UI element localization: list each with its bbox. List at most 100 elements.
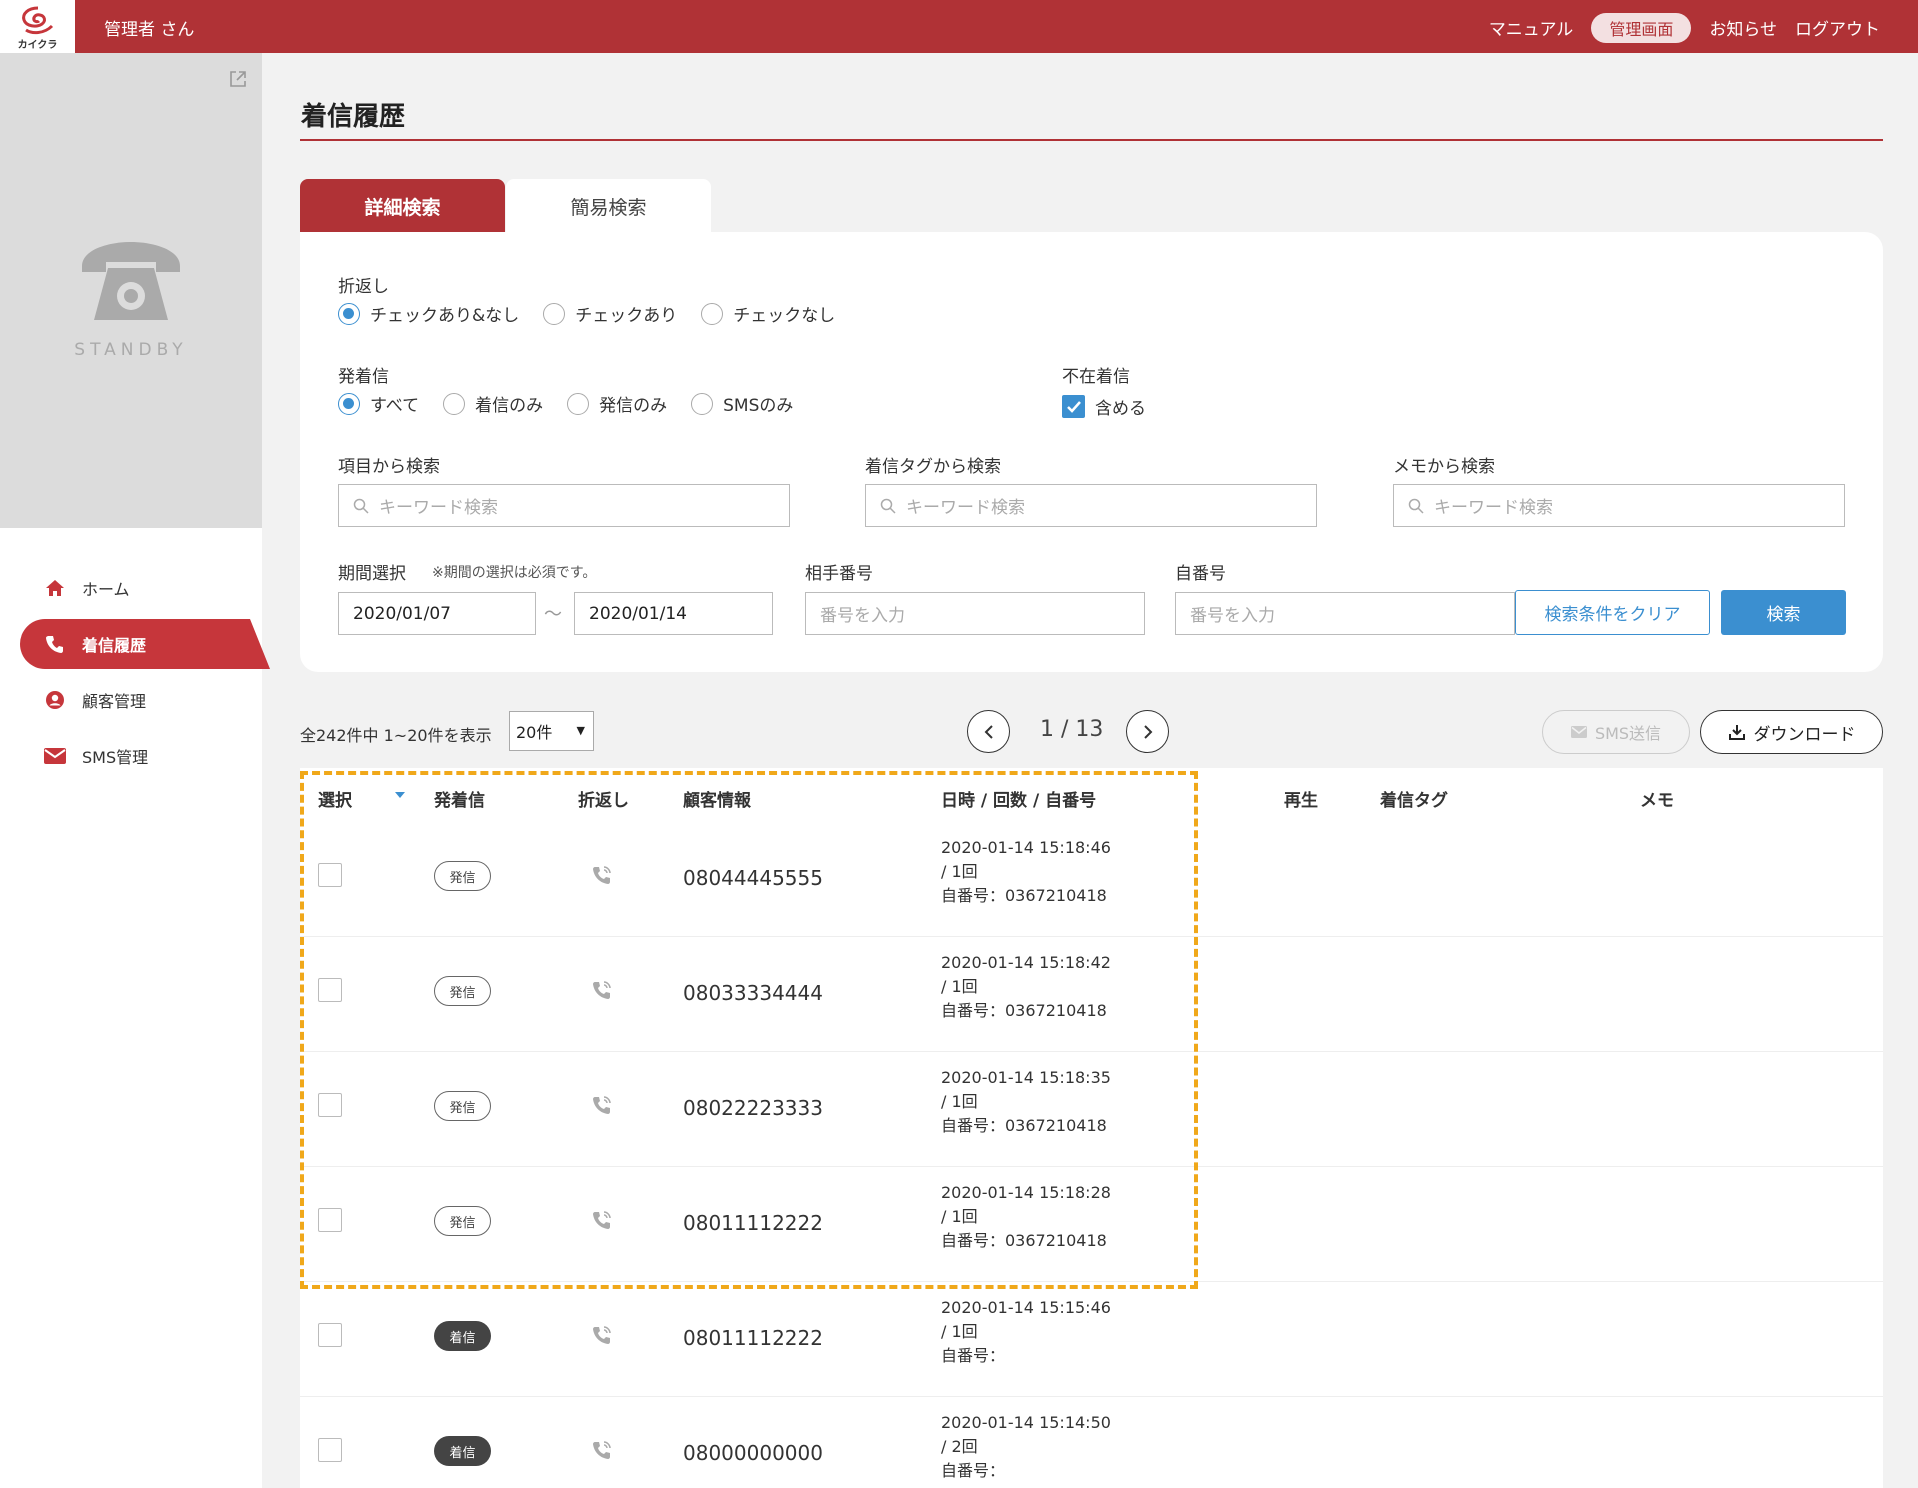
tag-search-input[interactable]: キーワード検索	[865, 484, 1317, 527]
callback-option-all[interactable]: チェックあり&なし	[338, 301, 519, 326]
option-label: チェックあり	[575, 306, 678, 326]
search-icon	[353, 498, 369, 514]
table-row[interactable]: 発信 08022223333 2020-01-14 15:18:35 / 1回 …	[300, 1052, 1883, 1167]
logo[interactable]: カイクラ	[0, 0, 75, 53]
missed-call-checkbox-row[interactable]: 含める	[1062, 394, 1146, 419]
own-number: 自番号：	[941, 1346, 1006, 1365]
row-checkbox[interactable]	[318, 1438, 342, 1462]
direction-option-outgoing[interactable]: 発信のみ	[567, 391, 667, 416]
news-link[interactable]: お知らせ	[1709, 12, 1777, 43]
tag-search-label: 着信タグから検索	[865, 457, 1001, 477]
next-page-button[interactable]	[1126, 710, 1169, 753]
table-row[interactable]: 発信 08011112222 2020-01-14 15:18:28 / 1回 …	[300, 1167, 1883, 1282]
radio-button[interactable]	[567, 392, 590, 415]
item-search-label: 項目から検索	[338, 457, 440, 477]
side-nav: ホーム 着信履歴 顧客管理 SMS管理	[0, 563, 270, 787]
standby-phone-icon	[82, 242, 180, 320]
missed-call-checkbox[interactable]	[1062, 395, 1085, 418]
clear-conditions-button[interactable]: 検索条件をクリア	[1515, 590, 1710, 635]
header-customer: 顧客情報	[683, 791, 751, 811]
customer-number[interactable]: 08044445555	[683, 866, 823, 890]
direction-option-all[interactable]: すべて	[338, 391, 419, 416]
call-count: / 1回	[941, 1207, 978, 1226]
home-icon	[44, 577, 66, 599]
table-row[interactable]: 着信 08000000000 2020-01-14 15:14:50 / 2回 …	[300, 1397, 1883, 1488]
sidebar-item-call-history[interactable]: 着信履歴	[20, 619, 270, 669]
table-row[interactable]: 発信 08033334444 2020-01-14 15:18:42 / 1回 …	[300, 937, 1883, 1052]
radio-button[interactable]	[443, 392, 466, 415]
own-number: 自番号：0367210418	[941, 1116, 1107, 1135]
customer-number[interactable]: 08033334444	[683, 981, 823, 1005]
header-nav: マニュアル 管理画面 お知らせ ログアウト	[1489, 12, 1880, 43]
callback-option-checked[interactable]: チェックあり	[543, 301, 677, 326]
tab-simple-search[interactable]: 簡易検索	[506, 179, 711, 233]
row-checkbox[interactable]	[318, 1323, 342, 1347]
username: 管理者 さん	[104, 20, 195, 40]
callback-phone-icon[interactable]	[590, 1439, 614, 1463]
sort-down-icon[interactable]	[395, 792, 405, 798]
customer-number[interactable]: 08011112222	[683, 1211, 823, 1235]
header-tag: 着信タグ	[1380, 791, 1448, 811]
direction-option-sms[interactable]: SMSのみ	[691, 391, 793, 416]
mail-icon	[1570, 726, 1587, 738]
callback-phone-icon[interactable]	[590, 979, 614, 1003]
sidebar-item-home[interactable]: ホーム	[0, 563, 262, 613]
per-page-select[interactable]: 20件 ▼	[509, 711, 594, 751]
radio-button[interactable]	[338, 392, 360, 415]
callback-option-unchecked[interactable]: チェックなし	[701, 301, 835, 326]
own-number-input[interactable]: 番号を入力	[1175, 592, 1515, 635]
customer-number[interactable]: 08000000000	[683, 1441, 823, 1465]
radio-button[interactable]	[701, 302, 724, 325]
row-checkbox[interactable]	[318, 1208, 342, 1232]
phone-icon	[44, 633, 66, 655]
own-number: 自番号：	[941, 1461, 1006, 1480]
mail-icon	[44, 745, 66, 767]
item-search-input[interactable]: キーワード検索	[338, 484, 790, 527]
customer-number[interactable]: 08011112222	[683, 1326, 823, 1350]
header-direction[interactable]: 発着信	[434, 786, 485, 811]
chevron-right-icon	[1143, 724, 1152, 739]
direction-badge: 発信	[434, 976, 491, 1006]
radio-button[interactable]	[691, 392, 714, 415]
memo-search-input[interactable]: キーワード検索	[1393, 484, 1845, 527]
call-count: / 1回	[941, 977, 978, 996]
search-icon	[880, 498, 896, 514]
row-checkbox[interactable]	[318, 978, 342, 1002]
sms-send-button[interactable]: SMS送信	[1542, 710, 1690, 754]
admin-link[interactable]: 管理画面	[1591, 12, 1692, 43]
radio-button[interactable]	[338, 302, 360, 325]
manual-link[interactable]: マニュアル	[1489, 12, 1574, 43]
search-button[interactable]: 検索	[1721, 590, 1846, 635]
callback-phone-icon[interactable]	[590, 864, 614, 888]
callback-phone-icon[interactable]	[590, 1324, 614, 1348]
direction-badge: 着信	[434, 1321, 491, 1351]
option-label: 着信のみ	[475, 396, 544, 416]
callback-phone-icon[interactable]	[590, 1209, 614, 1233]
tab-detail-search[interactable]: 詳細検索	[300, 179, 505, 233]
direction-option-incoming[interactable]: 着信のみ	[443, 391, 543, 416]
callback-phone-icon[interactable]	[590, 1094, 614, 1118]
title-divider	[300, 139, 1883, 141]
sidebar-item-customers[interactable]: 顧客管理	[0, 675, 262, 725]
table-row[interactable]: 発信 08044445555 2020-01-14 15:18:46 / 1回 …	[300, 822, 1883, 937]
missed-call-checkbox-label: 含める	[1095, 399, 1146, 419]
sidebar-item-sms[interactable]: SMS管理	[0, 731, 262, 781]
prev-page-button[interactable]	[967, 710, 1010, 753]
page-title: 着信履歴	[301, 102, 406, 132]
partner-number-input[interactable]: 番号を入力	[805, 592, 1145, 635]
partner-number-placeholder: 番号を入力	[820, 606, 905, 626]
row-checkbox[interactable]	[318, 1093, 342, 1117]
radio-button[interactable]	[543, 302, 566, 325]
direction-label: 発着信	[338, 367, 389, 387]
download-button[interactable]: ダウンロード	[1700, 710, 1883, 754]
logout-link[interactable]: ログアウト	[1795, 12, 1880, 43]
popout-icon[interactable]	[228, 69, 248, 89]
customer-number[interactable]: 08022223333	[683, 1096, 823, 1120]
table-row[interactable]: 着信 08011112222 2020-01-14 15:15:46 / 1回 …	[300, 1282, 1883, 1397]
period-from-input[interactable]: 2020/01/07	[338, 592, 536, 635]
period-to-input[interactable]: 2020/01/14	[574, 592, 773, 635]
callback-label: 折返し	[338, 277, 389, 297]
row-checkbox[interactable]	[318, 863, 342, 887]
download-icon	[1728, 725, 1745, 740]
period-to-value: 2020/01/14	[589, 603, 687, 624]
